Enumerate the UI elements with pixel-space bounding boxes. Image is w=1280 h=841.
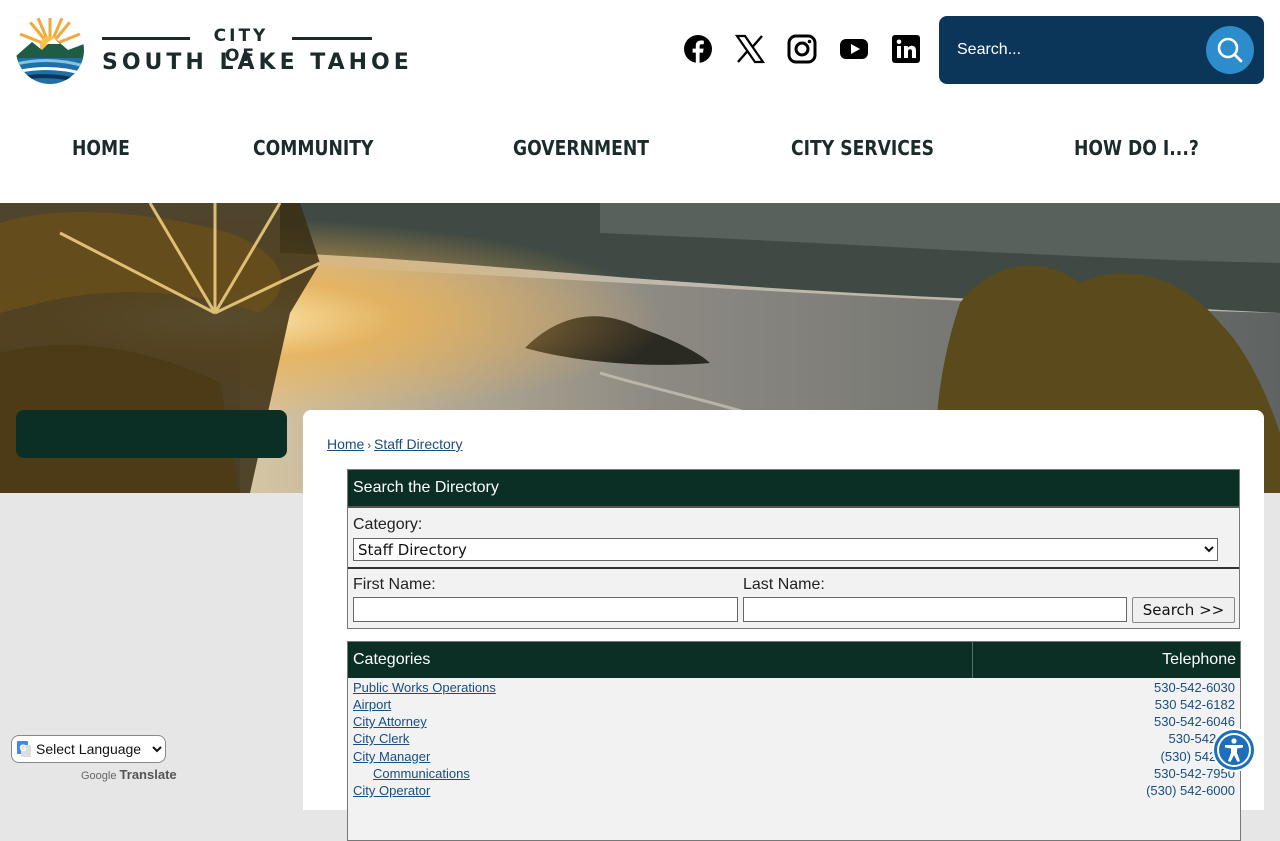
table-row: Communications 530-542-7950 (348, 765, 1240, 782)
table-row: City Attorney 530-542-6046 (348, 713, 1240, 730)
breadcrumb-home-link[interactable]: Home (327, 436, 364, 452)
search-input[interactable] (957, 34, 1197, 66)
accessibility-icon (1217, 733, 1251, 767)
nav-community[interactable]: COMMUNITY (253, 136, 373, 160)
table-row: City Manager (530) 542-60 (348, 748, 1240, 765)
sidebar-panel (16, 410, 287, 458)
nav-government[interactable]: GOVERNMENT (513, 136, 649, 160)
telephone-number: (530) 542-6000 (1146, 783, 1235, 798)
logo-line-top: CITY OF (102, 26, 372, 66)
telephone-number: 530-542-6030 (1154, 680, 1235, 695)
column-header-telephone: Telephone (1162, 651, 1236, 668)
category-link[interactable]: City Operator (353, 783, 430, 798)
breadcrumb-separator: › (367, 440, 372, 452)
google-wordmark: Google (81, 770, 117, 782)
search-button[interactable] (1206, 26, 1254, 74)
svg-text:G: G (20, 743, 27, 753)
category-link[interactable]: City Manager (353, 749, 430, 764)
google-g-icon: G (17, 741, 31, 757)
directory-search-button[interactable]: Search >> (1132, 597, 1235, 623)
category-link[interactable]: Airport (353, 697, 391, 712)
language-select[interactable]: Select Language (11, 735, 166, 763)
category-link[interactable]: City Attorney (353, 714, 427, 729)
divider (348, 506, 1239, 508)
main-content: Home › Staff Directory Search the Director… (303, 410, 1264, 841)
last-name-label: Last Name: (743, 576, 825, 593)
breadcrumb-current-link[interactable]: Staff Directory (374, 436, 462, 452)
logo-emblem-icon (16, 16, 84, 84)
directory-search-title: Search the Directory (348, 470, 1239, 506)
table-row: Airport 530 542-6182 (348, 696, 1240, 713)
nav-how-do-i[interactable]: HOW DO I...? (1074, 136, 1199, 160)
table-row: City Clerk 530-542-60 (348, 730, 1240, 747)
nav-home[interactable]: HOME (72, 136, 130, 160)
table-header: Categories Telephone (348, 642, 1240, 678)
x-icon[interactable] (735, 34, 765, 64)
directory-search-panel: Search the Directory Category: Staff Dir… (347, 469, 1240, 629)
category-label: Category: (353, 516, 423, 533)
column-divider (972, 642, 973, 678)
last-name-field[interactable] (743, 597, 1127, 622)
category-link[interactable]: City Clerk (353, 731, 409, 746)
translate-label: Translate (119, 767, 177, 782)
telephone-number: 530-542-6046 (1154, 714, 1235, 729)
table-row: Public Works Operations 530-542-6030 (348, 679, 1240, 696)
divider (348, 567, 1239, 569)
site-search (939, 16, 1264, 84)
facebook-icon[interactable] (683, 34, 713, 64)
accessibility-button[interactable] (1212, 728, 1256, 772)
linkedin-icon[interactable] (891, 34, 921, 64)
main-navigation: HOME COMMUNITY GOVERNMENT CITY SERVICES … (0, 128, 1280, 172)
category-link[interactable]: Communications (373, 766, 470, 781)
category-link[interactable]: Public Works Operations (353, 680, 496, 695)
google-translate-widget: Select Language G (11, 735, 166, 763)
logo-text-name: SOUTH LAKE TAHOE (102, 50, 413, 75)
first-name-label: First Name: (353, 576, 436, 593)
powered-by-google[interactable]: Google Translate (81, 767, 177, 782)
first-name-field[interactable] (353, 597, 738, 622)
nav-city-services[interactable]: CITY SERVICES (791, 136, 934, 160)
site-header: CITY OF SOUTH LAKE TAHOE Search... HOME … (0, 0, 1280, 203)
telephone-number: 530 542-6182 (1154, 697, 1235, 712)
table-row: City Operator (530) 542-6000 (348, 782, 1240, 799)
category-select[interactable]: Staff Directory (353, 538, 1218, 561)
city-logo[interactable]: CITY OF SOUTH LAKE TAHOE (16, 16, 409, 86)
youtube-icon[interactable] (839, 34, 869, 64)
instagram-icon[interactable] (787, 34, 817, 64)
breadcrumb: Home › Staff Directory (327, 436, 462, 452)
search-icon (1217, 37, 1243, 63)
column-header-categories: Categories (353, 651, 431, 668)
directory-table: Categories Telephone Public Works Operat… (347, 641, 1241, 841)
